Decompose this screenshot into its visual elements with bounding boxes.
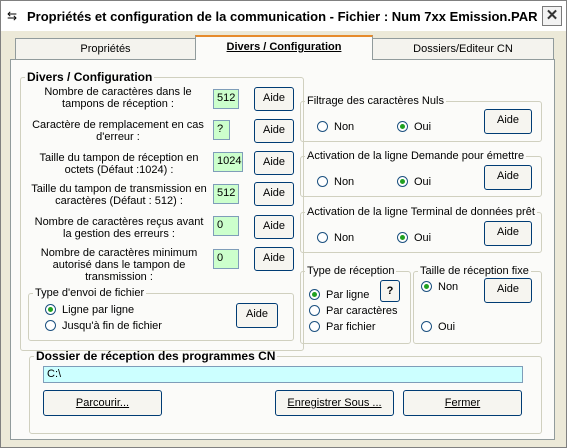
radio-label: Non xyxy=(334,176,355,188)
radio-label: Jusqu'à fin de fichier xyxy=(62,320,162,332)
radio-label: Par caractères xyxy=(326,305,398,317)
help-button[interactable]: Aide xyxy=(484,109,532,134)
browse-label: Parcourir... xyxy=(75,397,130,409)
help-button[interactable]: Aide xyxy=(254,247,294,271)
radio-icon xyxy=(309,305,320,316)
help-button[interactable]: Aide xyxy=(484,221,532,246)
close-button[interactable]: ✕ xyxy=(542,6,562,26)
radio-label: Oui xyxy=(438,321,456,333)
tx-buffer-size-input[interactable]: 512 xyxy=(213,184,239,204)
null-filter-legend: Filtrage des caractères Nuls xyxy=(307,95,444,107)
radio-icon xyxy=(45,320,56,331)
folder-legend: Dossier de réception des programmes CN xyxy=(36,349,276,363)
rx-buffer-size-input[interactable]: 1024 xyxy=(213,152,243,172)
radio-icon xyxy=(317,176,328,187)
reception-by-line-radio[interactable]: Par ligne xyxy=(309,289,369,301)
rx-buffer-chars-input[interactable]: 512 xyxy=(213,89,239,109)
null-filter-oui-radio[interactable]: Oui xyxy=(397,121,431,133)
radio-label: Oui xyxy=(414,176,432,188)
save-as-button[interactable]: Enregistrer Sous ... xyxy=(275,390,394,416)
radio-selected-icon xyxy=(309,289,320,300)
radio-label: Oui xyxy=(414,121,432,133)
radio-label: Par fichier xyxy=(326,321,376,333)
help-button[interactable]: Aide xyxy=(484,278,532,303)
title-bar: ⇆ Propriétés et configuration de la comm… xyxy=(1,1,566,31)
help-button[interactable]: Aide xyxy=(254,87,294,111)
tab-dossiers-editeur[interactable]: Dossiers/Editeur CN xyxy=(372,38,554,59)
tab-panel: Divers / Configuration Nombre de caractè… xyxy=(10,59,555,440)
help-button[interactable]: Aide xyxy=(254,151,294,175)
dialog-window: ⇆ Propriétés et configuration de la comm… xyxy=(0,0,567,448)
radio-until-eof[interactable]: Jusqu'à fin de fichier xyxy=(45,320,162,332)
radio-label: Non xyxy=(334,121,355,133)
radio-selected-icon xyxy=(397,232,408,243)
rx-buffer-size-label: Taille du tampon de réception en octets … xyxy=(39,152,199,176)
min-chars-label: Nombre de caractères minimum autorisé da… xyxy=(40,247,198,283)
close-dialog-button[interactable]: Fermer xyxy=(403,390,522,416)
null-filter-non-radio[interactable]: Non xyxy=(317,121,354,133)
browse-button[interactable]: Parcourir... xyxy=(43,390,162,416)
dtr-oui-radio[interactable]: Oui xyxy=(397,232,431,244)
radio-icon xyxy=(309,321,320,332)
radio-icon xyxy=(317,232,328,243)
radio-icon xyxy=(421,321,432,332)
radio-selected-icon xyxy=(397,176,408,187)
fixed-size-legend: Taille de réception fixe xyxy=(420,265,529,277)
rts-non-radio[interactable]: Non xyxy=(317,176,354,188)
radio-label: Non xyxy=(438,281,459,293)
radio-selected-icon xyxy=(397,121,408,132)
reception-type-legend: Type de réception xyxy=(307,265,395,277)
folder-path-input[interactable]: C:\ xyxy=(43,366,523,383)
dtr-legend: Activation de la ligne Terminal de donné… xyxy=(307,206,535,218)
rts-legend: Activation de la ligne Demande pour émet… xyxy=(307,150,525,162)
fixed-size-non-radio[interactable]: Non xyxy=(421,281,458,293)
error-chars-label: Nombre de caractères reçus avant la gest… xyxy=(34,216,204,240)
app-icon: ⇆ xyxy=(7,9,18,23)
window-title: Propriétés et configuration de la commun… xyxy=(27,9,538,24)
save-as-label: Enregistrer Sous ... xyxy=(287,397,382,409)
error-chars-input[interactable]: 0 xyxy=(213,216,239,236)
help-button[interactable]: Aide xyxy=(236,303,278,328)
divers-legend: Divers / Configuration xyxy=(27,70,153,84)
send-type-legend: Type d'envoi de fichier xyxy=(35,287,145,299)
min-chars-input[interactable]: 0 xyxy=(213,249,239,269)
radio-selected-icon xyxy=(45,304,56,315)
reception-by-chars-radio[interactable]: Par caractères xyxy=(309,305,398,317)
rx-buffer-chars-label: Nombre de caractères dans le tampons de … xyxy=(44,86,192,110)
reception-by-file-radio[interactable]: Par fichier xyxy=(309,321,376,333)
radio-icon xyxy=(317,121,328,132)
tab-divers-configuration[interactable]: Divers / Configuration xyxy=(195,35,373,60)
help-button[interactable]: Aide xyxy=(484,165,532,190)
help-button[interactable]: Aide xyxy=(254,119,294,143)
help-button[interactable]: Aide xyxy=(254,215,294,239)
close-label: Fermer xyxy=(444,397,481,409)
dtr-non-radio[interactable]: Non xyxy=(317,232,354,244)
tab-proprietes[interactable]: Propriétés xyxy=(15,38,196,59)
radio-label: Par ligne xyxy=(326,289,370,301)
help-button[interactable]: Aide xyxy=(254,182,294,206)
fixed-size-oui-radio[interactable]: Oui xyxy=(421,321,455,333)
reception-help-button[interactable]: ? xyxy=(380,280,400,302)
radio-selected-icon xyxy=(421,281,432,292)
rts-oui-radio[interactable]: Oui xyxy=(397,176,431,188)
radio-label: Oui xyxy=(414,232,432,244)
radio-line-by-line[interactable]: Ligne par ligne xyxy=(45,304,134,316)
radio-label: Non xyxy=(334,232,355,244)
replacement-char-label: Caractère de remplacement en cas d'erreu… xyxy=(32,119,204,143)
radio-label: Ligne par ligne xyxy=(62,304,135,316)
replacement-char-input[interactable]: ? xyxy=(213,120,230,140)
tx-buffer-size-label: Taille du tampon de transmission en cara… xyxy=(31,183,207,207)
